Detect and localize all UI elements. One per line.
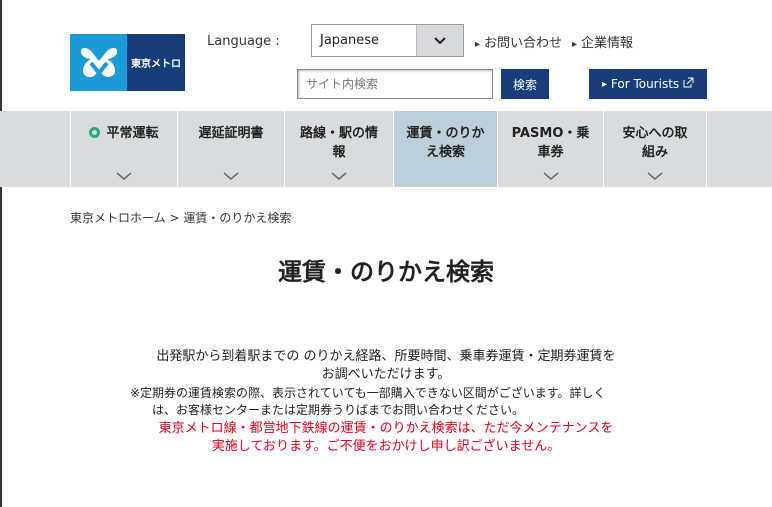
breadcrumb: 東京メトロホーム > 運賃・のりかえ検索 bbox=[70, 209, 291, 226]
caret-right-icon: ▸ bbox=[475, 39, 481, 50]
description: 出発駅から到着駅までの のりかえ経路、所要時間、乗車券運賃・定期券運賃を お調べ… bbox=[156, 349, 616, 382]
site-search-input[interactable] bbox=[297, 69, 493, 99]
tokyo-metro-logo[interactable]: 東京メトロ bbox=[70, 34, 185, 91]
status-ok-icon bbox=[89, 127, 101, 138]
nav-item-pasmo-tickets[interactable]: PASMO・乗 車券 bbox=[497, 111, 603, 187]
maintenance-notice: 東京メトロ線・都営地下鉄線の運賃・のりかえ検索は、ただ今メンテナンスを 実施して… bbox=[158, 421, 614, 454]
nav-item-delay-certificate[interactable]: 遅延証明書 bbox=[177, 111, 284, 187]
commuter-pass-note: ※定期券の運賃検索の際、表示されていても一部購入できない区間がございます。詳しく… bbox=[130, 386, 606, 417]
logo-text: 東京メトロ bbox=[127, 34, 185, 91]
global-nav: 平常運転 遅延証明書 路線・駅の情報 運賃・のりか え検索 PASMO・乗 車券 安… bbox=[0, 111, 772, 187]
chevron-down-icon bbox=[498, 168, 603, 180]
language-select[interactable]: Japanese bbox=[311, 24, 464, 57]
nav-item-lines-stations[interactable]: 路線・駅の情報 bbox=[284, 111, 393, 187]
breadcrumb-current: 運賃・のりかえ検索 bbox=[183, 211, 292, 225]
metro-heart-m-icon bbox=[70, 34, 127, 91]
chevron-down-icon bbox=[178, 168, 284, 180]
nav-item-service-status[interactable]: 平常運転 bbox=[70, 111, 177, 187]
caret-right-icon: ▸ bbox=[572, 39, 578, 50]
breadcrumb-separator: > bbox=[169, 211, 180, 225]
contact-link[interactable]: ▸ お問い合わせ bbox=[475, 32, 562, 51]
page-title: 運賃・のりかえ検索 bbox=[278, 258, 494, 286]
chevron-down-icon bbox=[71, 168, 177, 180]
chevron-down-icon bbox=[416, 25, 463, 56]
nav-item-safety[interactable]: 安心への取 組み bbox=[603, 111, 707, 187]
language-label: Language : bbox=[207, 34, 280, 49]
company-info-link[interactable]: ▸ 企業情報 bbox=[572, 32, 633, 51]
language-value: Japanese bbox=[320, 33, 380, 48]
breadcrumb-home-link[interactable]: 東京メトロホーム bbox=[70, 211, 166, 225]
chevron-down-icon bbox=[285, 168, 393, 180]
search-button[interactable]: 検索 bbox=[501, 69, 549, 99]
for-tourists-button[interactable]: ▸ For Tourists bbox=[589, 69, 707, 99]
nav-item-fare-transfer[interactable]: 運賃・のりか え検索 bbox=[393, 111, 497, 187]
external-link-icon bbox=[683, 77, 694, 91]
caret-right-icon: ▸ bbox=[601, 78, 607, 90]
chevron-down-icon bbox=[604, 168, 706, 180]
